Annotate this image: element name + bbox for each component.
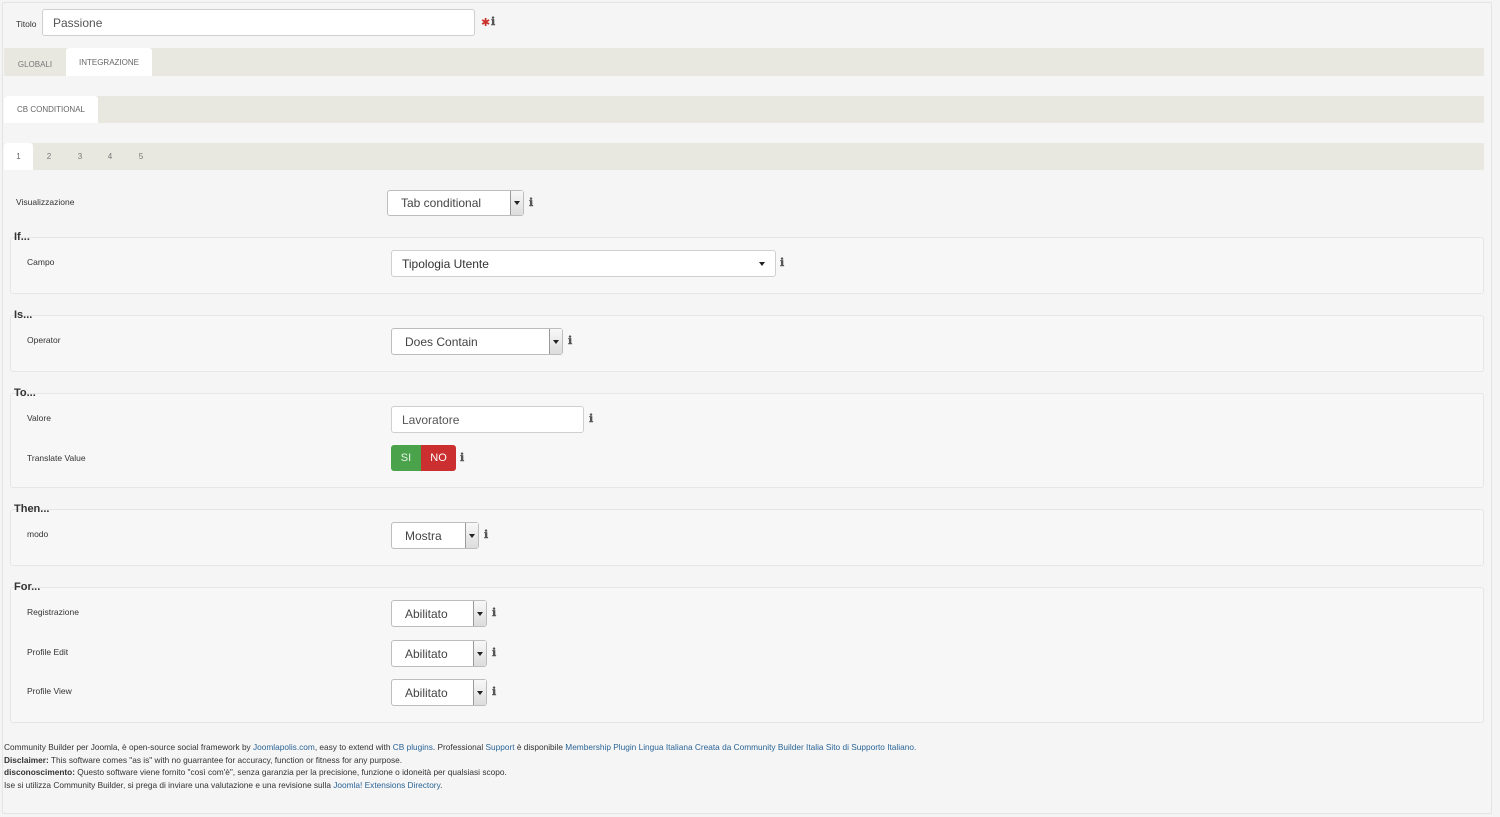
profile-view-select[interactable]: Abilitato — [391, 679, 487, 706]
registrazione-select[interactable]: Abilitato — [391, 600, 487, 627]
chevron-down-icon — [553, 339, 559, 344]
dropdown-button[interactable] — [510, 191, 523, 215]
to-legend: To... — [14, 387, 36, 399]
translate-info-icon[interactable]: ℹ — [460, 451, 464, 464]
chevron-down-icon — [477, 690, 483, 695]
chevron-down-icon — [469, 533, 475, 538]
campo-info-icon[interactable]: ℹ — [780, 256, 784, 269]
joomlapolis-link[interactable]: Joomlapolis.com — [253, 742, 315, 752]
profile-view-info-icon[interactable]: ℹ — [492, 685, 496, 698]
cb-plugins-link[interactable]: CB plugins — [393, 742, 433, 752]
visualizzazione-select[interactable]: Tab conditional — [387, 190, 524, 216]
disconoscimento-text: Questo software viene fornito "così com'… — [75, 767, 507, 777]
tab-2[interactable]: 2 — [39, 143, 59, 170]
support-link[interactable]: Support — [485, 742, 514, 752]
profile-edit-value: Abilitato — [405, 646, 448, 661]
footer-line-3: disconoscimento: Questo software viene f… — [4, 767, 507, 777]
dropdown-button[interactable] — [549, 329, 562, 354]
sub-tab-bar — [4, 96, 1484, 123]
footer-text: Ise si utilizza Community Builder, si pr… — [4, 780, 334, 790]
registrazione-info-icon[interactable]: ℹ — [492, 606, 496, 619]
required-icon: ✱ — [481, 17, 491, 29]
number-tab-bar — [4, 143, 1484, 170]
tab-5[interactable]: 5 — [131, 143, 151, 170]
campo-value: Tipologia Utente — [402, 256, 489, 271]
translate-value-toggle[interactable]: SI NO — [391, 445, 456, 471]
then-legend: Then... — [14, 503, 50, 515]
is-legend: Is... — [14, 309, 33, 321]
tab-cb-conditional[interactable]: CB CONDITIONAL — [4, 96, 98, 123]
operator-value: Does Contain — [405, 334, 478, 349]
chevron-down-icon — [759, 262, 765, 266]
if-legend: If... — [14, 231, 30, 243]
for-fieldset — [10, 587, 1484, 723]
modo-info-icon[interactable]: ℹ — [484, 528, 488, 541]
campo-select[interactable]: Tipologia Utente — [391, 250, 776, 277]
footer-text: , easy to extend with — [314, 742, 393, 752]
operator-label: Operator — [27, 335, 61, 345]
registrazione-label: Registrazione — [27, 607, 79, 617]
main-tab-bar — [4, 48, 1484, 76]
valore-input[interactable]: Lavoratore — [391, 406, 584, 433]
modo-select[interactable]: Mostra — [391, 522, 479, 549]
disclaimer-text: This software comes "as is" with no guar… — [48, 755, 403, 765]
membership-link[interactable]: Membership Plugin Lingua Italiana Creata… — [565, 742, 916, 752]
footer-text: Community Builder per Joomla, è open-sou… — [4, 742, 254, 752]
titolo-label: Titolo — [16, 19, 37, 29]
footer-line-2: Disclaimer: This software comes "as is" … — [4, 755, 402, 765]
modo-value: Mostra — [405, 528, 442, 543]
profile-edit-label: Profile Edit — [27, 647, 69, 657]
chevron-down-icon — [477, 651, 483, 656]
translate-value-label: Translate Value — [27, 453, 86, 463]
profile-edit-select[interactable]: Abilitato — [391, 640, 487, 667]
tab-globali[interactable]: GLOBALI — [10, 52, 60, 76]
valore-info-icon[interactable]: ℹ — [589, 412, 593, 425]
footer-text: è disponibile — [514, 742, 566, 752]
chevron-down-icon — [514, 201, 520, 205]
profile-edit-info-icon[interactable]: ℹ — [492, 646, 496, 659]
chevron-down-icon — [477, 611, 483, 616]
visualizzazione-label: Visualizzazione — [16, 197, 75, 207]
profile-view-label: Profile View — [27, 686, 72, 696]
operator-select[interactable]: Does Contain — [391, 328, 563, 355]
operator-info-icon[interactable]: ℹ — [568, 334, 572, 347]
dropdown-button[interactable] — [473, 601, 486, 626]
titolo-input[interactable]: Passione — [42, 9, 475, 36]
jed-link[interactable]: Joomla! Extensions Directory — [333, 780, 440, 790]
valore-label: Valore — [27, 413, 51, 423]
disclaimer-label: Disclaimer: — [4, 755, 49, 765]
profile-view-value: Abilitato — [405, 685, 448, 700]
tab-1[interactable]: 1 — [4, 143, 33, 170]
footer-text: . — [440, 780, 443, 790]
titolo-info-icon[interactable]: ℹ — [491, 15, 495, 28]
footer-text: . Professional — [432, 742, 486, 752]
toggle-yes[interactable]: SI — [391, 445, 421, 471]
tab-4[interactable]: 4 — [100, 143, 120, 170]
for-legend: For... — [14, 581, 41, 593]
footer-line-1: Community Builder per Joomla, è open-sou… — [4, 742, 916, 752]
toggle-no[interactable]: NO — [421, 445, 456, 471]
is-fieldset — [10, 315, 1484, 372]
modo-label: modo — [27, 529, 49, 539]
dropdown-button[interactable] — [473, 680, 486, 705]
footer-line-4: Ise si utilizza Community Builder, si pr… — [4, 780, 442, 790]
disconoscimento-label: disconoscimento: — [4, 767, 75, 777]
to-fieldset — [10, 393, 1484, 488]
then-fieldset — [10, 509, 1484, 566]
visualizzazione-info-icon[interactable]: ℹ — [529, 196, 533, 209]
tab-3[interactable]: 3 — [70, 143, 90, 170]
registrazione-value: Abilitato — [405, 606, 448, 621]
tab-integrazione[interactable]: INTEGRAZIONE — [66, 48, 152, 76]
dropdown-button[interactable] — [473, 641, 486, 666]
dropdown-button[interactable] — [465, 523, 478, 548]
visualizzazione-value: Tab conditional — [401, 196, 482, 210]
campo-label: Campo — [27, 257, 55, 267]
